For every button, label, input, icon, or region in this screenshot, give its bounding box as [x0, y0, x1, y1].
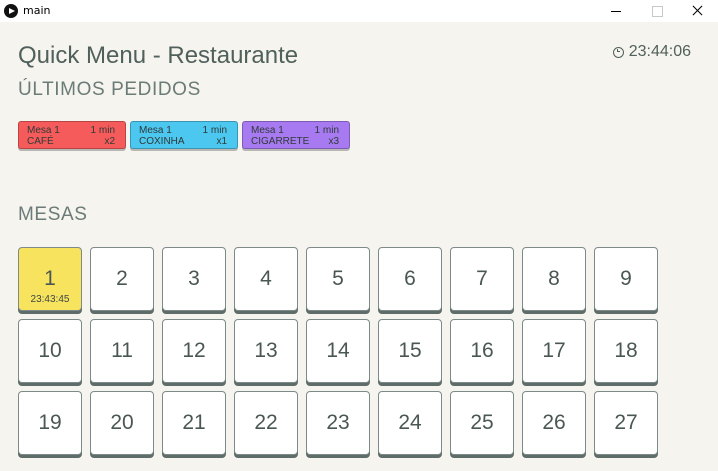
order-item: CAFÉ [27, 136, 54, 147]
table-button[interactable]: 12 [162, 319, 226, 383]
window-titlebar: main [0, 0, 718, 22]
table-number: 13 [254, 339, 278, 362]
table-number: 9 [620, 267, 632, 290]
table-button[interactable]: 15 [378, 319, 442, 383]
clock: 23:44:06 [612, 43, 691, 61]
table-number: 18 [614, 339, 638, 362]
table-number: 17 [542, 339, 566, 362]
order-table: Mesa 1 [251, 125, 284, 136]
table-number: 5 [332, 267, 344, 290]
order-time: 1 min [314, 125, 339, 136]
orders-list: Mesa 1 1 min CAFÉ x2 Mesa 1 1 min COXINH… [18, 121, 350, 149]
table-number: 12 [182, 339, 206, 362]
order-qty: x2 [104, 136, 115, 147]
table-number: 15 [398, 339, 422, 362]
table-button[interactable]: 17 [522, 319, 586, 383]
table-number: 2 [116, 267, 128, 290]
order-qty: x3 [328, 136, 339, 147]
table-button[interactable]: 8 [522, 247, 586, 311]
orders-section-title: ÚLTIMOS PEDIDOS [18, 79, 201, 100]
order-table: Mesa 1 [27, 125, 60, 136]
table-number: 20 [110, 411, 134, 434]
maximize-button[interactable] [636, 0, 678, 22]
table-button[interactable]: 7 [450, 247, 514, 311]
table-number: 16 [470, 339, 494, 362]
table-button[interactable]: 18 [594, 319, 658, 383]
table-button[interactable]: 5 [306, 247, 370, 311]
table-number: 11 [111, 339, 133, 362]
table-button[interactable]: 11 [90, 319, 154, 383]
table-number: 6 [404, 267, 416, 290]
table-number: 25 [470, 411, 494, 434]
table-button[interactable]: 1 23:43:45 [18, 247, 82, 311]
table-button[interactable]: 20 [90, 391, 154, 455]
order-item: CIGARRETE [251, 136, 310, 147]
page-title: Quick Menu - Restaurante [18, 42, 299, 69]
order-card[interactable]: Mesa 1 1 min CIGARRETE x3 [242, 121, 350, 149]
table-number: 26 [542, 411, 566, 434]
table-number: 7 [476, 267, 488, 290]
table-number: 1 [44, 267, 56, 290]
table-button[interactable]: 19 [18, 391, 82, 455]
clock-time: 23:44:06 [628, 43, 691, 60]
table-open-time: 23:43:45 [30, 294, 70, 305]
table-button[interactable]: 25 [450, 391, 514, 455]
table-button[interactable]: 26 [522, 391, 586, 455]
order-time: 1 min [202, 125, 227, 136]
clock-icon [612, 46, 624, 58]
order-item: COXINHA [139, 136, 185, 147]
table-button[interactable]: 27 [594, 391, 658, 455]
table-button[interactable]: 3 [162, 247, 226, 311]
table-button[interactable]: 22 [234, 391, 298, 455]
table-button[interactable]: 16 [450, 319, 514, 383]
window-title: main [23, 4, 51, 17]
table-number: 4 [260, 267, 272, 290]
table-button[interactable]: 6 [378, 247, 442, 311]
table-number: 27 [614, 411, 638, 434]
app-play-icon [4, 4, 18, 18]
close-button[interactable] [676, 0, 718, 22]
table-button[interactable]: 9 [594, 247, 658, 311]
table-button[interactable]: 14 [306, 319, 370, 383]
table-number: 14 [326, 339, 350, 362]
table-button[interactable]: 2 [90, 247, 154, 311]
table-number: 8 [548, 267, 560, 290]
table-button[interactable]: 10 [18, 319, 82, 383]
table-number: 21 [182, 411, 206, 434]
table-number: 24 [398, 411, 422, 434]
table-button[interactable]: 23 [306, 391, 370, 455]
table-button[interactable]: 4 [234, 247, 298, 311]
order-qty: x1 [216, 136, 227, 147]
minimize-button[interactable] [595, 0, 637, 22]
table-button[interactable]: 24 [378, 391, 442, 455]
table-number: 3 [188, 267, 200, 290]
table-button[interactable]: 13 [234, 319, 298, 383]
tables-section-title: MESAS [18, 204, 88, 225]
table-number: 22 [254, 411, 278, 434]
table-number: 10 [38, 339, 62, 362]
order-table: Mesa 1 [139, 125, 172, 136]
tables-grid: 1 23:43:45 2 3 4 5 6 7 8 9 10 11 12 13 14 15 16 17 18 19 20 2… [18, 247, 658, 455]
order-card[interactable]: Mesa 1 1 min CAFÉ x2 [18, 121, 126, 149]
order-time: 1 min [90, 125, 115, 136]
order-card[interactable]: Mesa 1 1 min COXINHA x1 [130, 121, 238, 149]
table-number: 19 [38, 411, 62, 434]
table-button[interactable]: 21 [162, 391, 226, 455]
table-number: 23 [326, 411, 350, 434]
